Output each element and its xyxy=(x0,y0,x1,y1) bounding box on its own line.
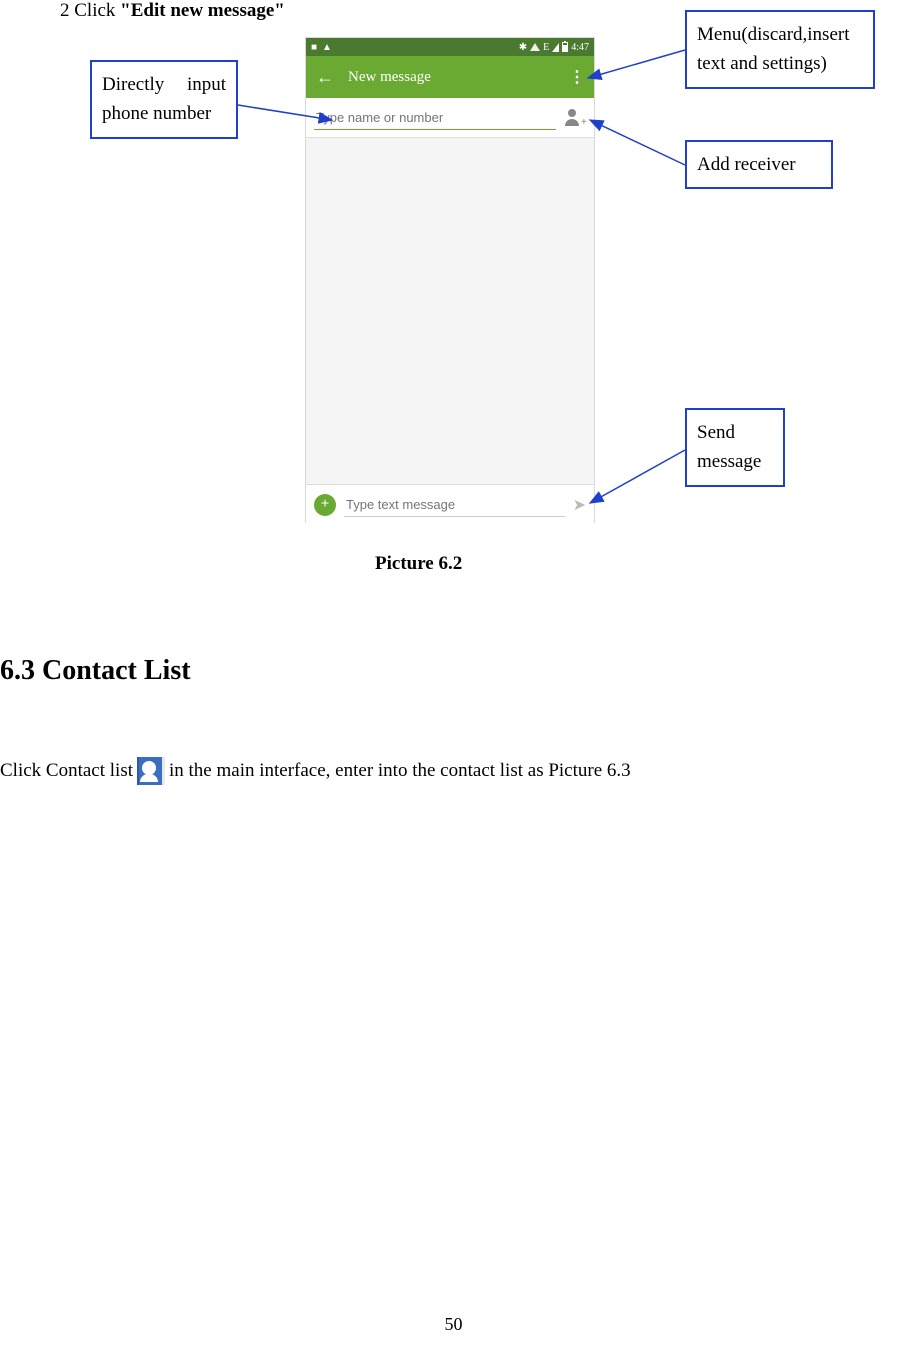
section-body-after: in the main interface, enter into the co… xyxy=(169,760,631,782)
section-body-before: Click Contact list xyxy=(0,760,133,782)
callout-send: Send message xyxy=(685,408,785,487)
warning-icon: ▲ xyxy=(322,42,332,53)
wifi-icon xyxy=(530,43,540,51)
contacts-app-icon xyxy=(137,757,165,785)
callout-input-text: Directly input phone number xyxy=(102,74,226,124)
callout-add-text: Add receiver xyxy=(697,154,796,175)
app-bar-title: New message xyxy=(348,69,555,86)
page-number: 50 xyxy=(0,1314,907,1335)
status-bar: ■ ▲ ✱ E 4:47 xyxy=(306,38,594,56)
send-icon[interactable]: ➤ xyxy=(573,495,586,515)
app-bar: ← New message ⋮ xyxy=(306,56,594,98)
sim-card-icon: ■ xyxy=(311,42,317,53)
recipient-row: + xyxy=(306,98,594,138)
step-bold: "Edit new message" xyxy=(120,0,285,21)
phone-screenshot: ■ ▲ ✱ E 4:47 ← New message ⋮ + + ➤ xyxy=(305,37,595,523)
compose-row: + ➤ xyxy=(306,484,594,524)
status-time: 4:47 xyxy=(571,42,589,53)
step-instruction: 2 Click "Edit new message" xyxy=(60,0,285,22)
callout-send-text: Send message xyxy=(697,422,761,472)
message-input[interactable] xyxy=(344,493,565,517)
add-attachment-icon[interactable]: + xyxy=(314,494,336,516)
signal-icon xyxy=(552,43,559,52)
recipient-input[interactable] xyxy=(314,106,556,130)
add-contact-icon[interactable]: + xyxy=(564,109,586,127)
section-body: Click Contact list in the main interface… xyxy=(0,757,631,785)
figure-caption: Picture 6.2 xyxy=(375,553,462,575)
status-right: ✱ E 4:47 xyxy=(519,42,589,53)
callout-menu: Menu(discard,insert text and settings) xyxy=(685,10,875,89)
bluetooth-icon: ✱ xyxy=(519,42,527,53)
status-left: ■ ▲ xyxy=(311,42,332,53)
section-heading: 6.3 Contact List xyxy=(0,655,191,687)
callout-menu-text: Menu(discard,insert text and settings) xyxy=(697,24,849,74)
message-body-area xyxy=(306,138,594,484)
network-type: E xyxy=(543,42,549,53)
overflow-menu-icon[interactable]: ⋮ xyxy=(569,67,584,87)
callout-input: Directly input phone number xyxy=(90,60,238,139)
step-prefix: 2 Click xyxy=(60,0,120,21)
battery-icon xyxy=(562,42,568,52)
back-icon[interactable]: ← xyxy=(316,67,334,88)
callout-add: Add receiver xyxy=(685,140,833,189)
